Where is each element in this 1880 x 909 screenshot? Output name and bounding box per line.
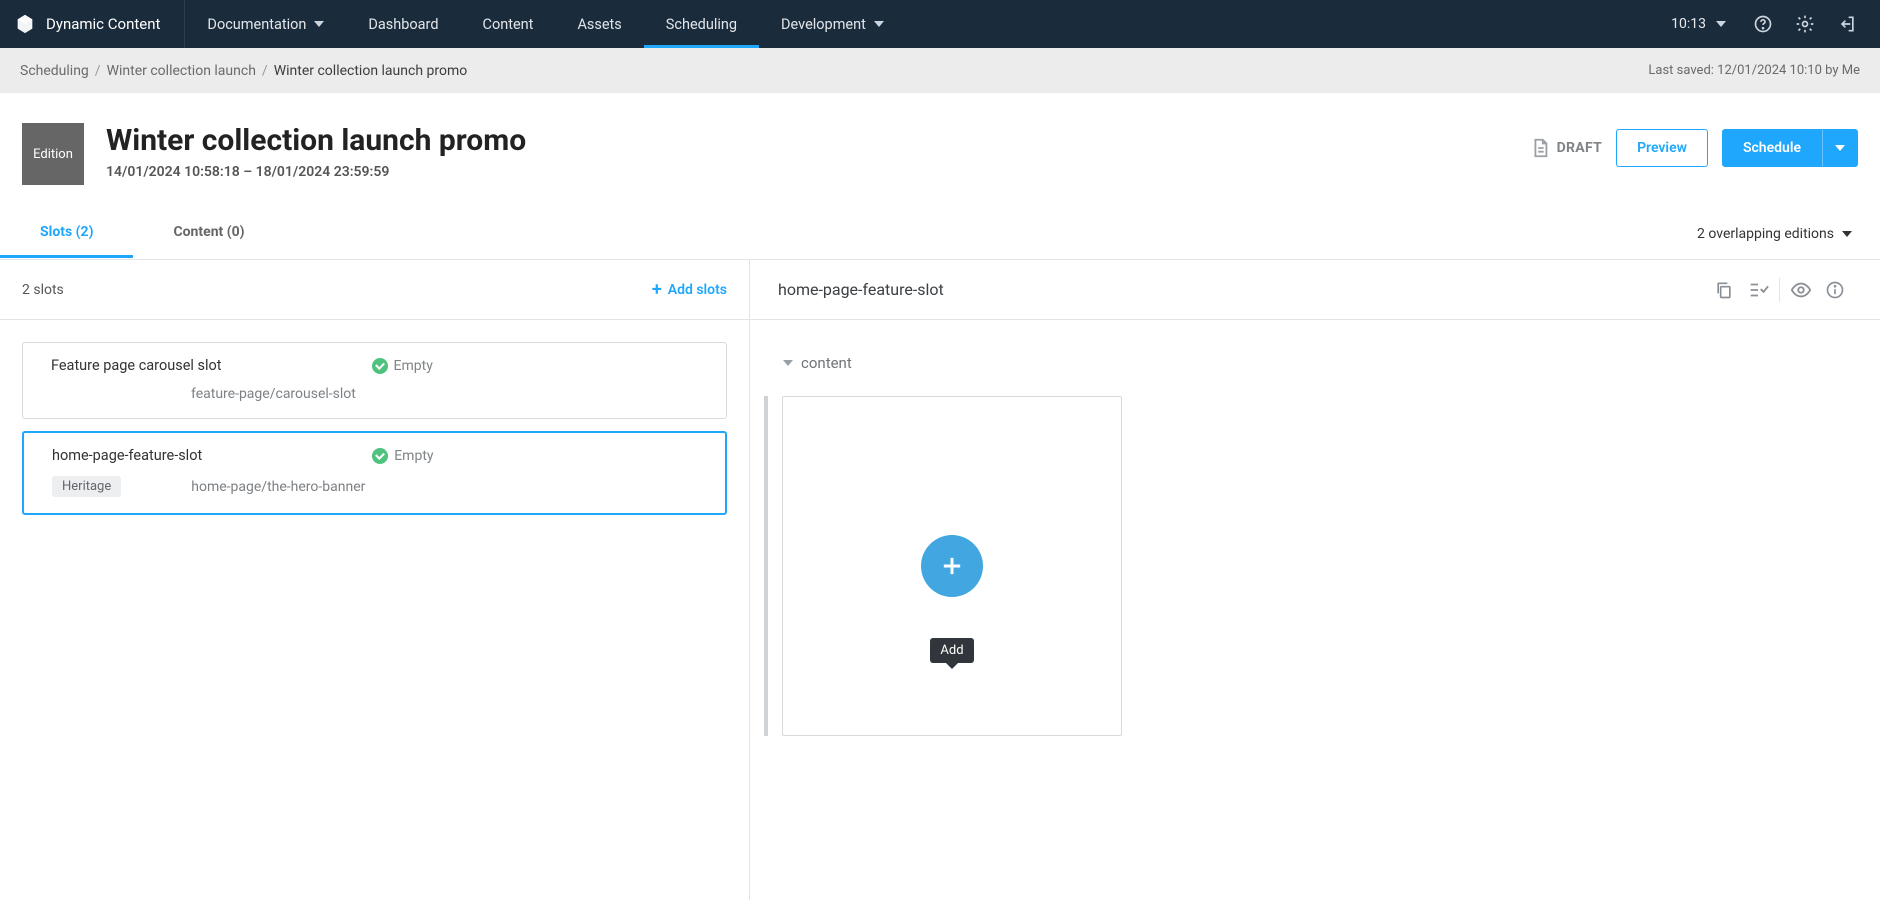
- slot-count: 2 slots: [22, 282, 64, 298]
- slot-list: Feature page carousel slot Empty feature…: [0, 320, 749, 537]
- preview-button[interactable]: Preview: [1616, 129, 1708, 167]
- brand-text: Dynamic Content: [46, 15, 160, 33]
- nav-right: 10:13: [1657, 0, 1866, 48]
- slot-status-text: Empty: [394, 448, 433, 464]
- content-section-label: content: [801, 354, 852, 372]
- right-panel: home-page-feature-slot content: [750, 260, 1880, 900]
- check-circle-icon: [372, 358, 388, 374]
- top-nav: Dynamic Content Documentation Dashboard …: [0, 0, 1880, 48]
- logout-icon[interactable]: [1828, 5, 1866, 43]
- chevron-down-icon: [1716, 21, 1726, 27]
- status-text: DRAFT: [1557, 140, 1602, 156]
- chevron-down-icon: [1842, 231, 1852, 237]
- slot-status-text: Empty: [394, 358, 433, 374]
- nav-content[interactable]: Content: [461, 0, 556, 48]
- nav-primary: Documentation Dashboard Content Assets S…: [185, 0, 905, 48]
- schedule-dropdown[interactable]: [1822, 129, 1858, 167]
- clock[interactable]: 10:13: [1657, 16, 1740, 32]
- slot-name: home-page-feature-slot: [52, 447, 202, 464]
- crumb-scheduling[interactable]: Scheduling: [20, 63, 89, 79]
- schedule-button[interactable]: Schedule: [1722, 129, 1822, 167]
- separator: [1779, 278, 1780, 302]
- tab-content[interactable]: Content (0): [133, 209, 284, 258]
- section-rail: [764, 396, 768, 736]
- add-slots-button[interactable]: + Add slots: [652, 281, 727, 299]
- overlapping-editions[interactable]: 2 overlapping editions: [1697, 226, 1858, 242]
- edition-badge: Edition: [22, 123, 84, 185]
- plus-icon: +: [652, 281, 662, 299]
- right-header: home-page-feature-slot: [750, 260, 1880, 320]
- right-body: content Add: [750, 320, 1880, 770]
- nav-documentation[interactable]: Documentation: [185, 0, 346, 48]
- chevron-down-icon: [314, 21, 324, 27]
- slot-chip: Heritage: [52, 476, 121, 497]
- main: 2 slots + Add slots Feature page carouse…: [0, 259, 1880, 900]
- left-header: 2 slots + Add slots: [0, 260, 749, 320]
- status-badge: DRAFT: [1529, 137, 1602, 159]
- right-title: home-page-feature-slot: [778, 280, 944, 299]
- content-section-header[interactable]: content: [778, 354, 1852, 372]
- slot-card-selected[interactable]: home-page-feature-slot Empty Heritage ho…: [22, 431, 727, 515]
- chevron-down-icon: [1835, 145, 1845, 151]
- checklist-icon[interactable]: [1741, 273, 1775, 307]
- crumb-sep: /: [95, 63, 101, 79]
- slot-name: Feature page carousel slot: [51, 357, 222, 374]
- content-dropzone[interactable]: Add: [782, 396, 1122, 736]
- tab-slots[interactable]: Slots (2): [0, 209, 133, 258]
- left-panel: 2 slots + Add slots Feature page carouse…: [0, 260, 750, 900]
- nav-scheduling[interactable]: Scheduling: [644, 0, 759, 48]
- copy-icon[interactable]: [1707, 273, 1741, 307]
- brand-logo-icon: [14, 13, 36, 35]
- slot-status: Empty: [372, 448, 433, 464]
- breadcrumb-bar: Scheduling / Winter collection launch / …: [0, 48, 1880, 93]
- chevron-down-icon: [783, 360, 793, 366]
- page-dates: 14/01/2024 10:58:18 – 18/01/2024 23:59:5…: [106, 164, 1529, 180]
- add-slots-label: Add slots: [668, 282, 727, 298]
- nav-assets[interactable]: Assets: [555, 0, 643, 48]
- tabs-row: Slots (2) Content (0) 2 overlapping edit…: [0, 209, 1880, 259]
- header-actions: DRAFT Preview Schedule: [1529, 129, 1858, 167]
- schedule-split-button: Schedule: [1722, 129, 1858, 167]
- clock-text: 10:13: [1671, 16, 1706, 32]
- tabs: Slots (2) Content (0): [0, 209, 285, 258]
- slot-status: Empty: [372, 358, 433, 374]
- check-circle-icon: [372, 448, 388, 464]
- slot-path: home-page/the-hero-banner: [191, 479, 365, 495]
- page-title: Winter collection launch promo: [106, 123, 1529, 158]
- info-icon[interactable]: [1818, 273, 1852, 307]
- page-header: Edition Winter collection launch promo 1…: [0, 93, 1880, 209]
- crumb-sep: /: [262, 63, 268, 79]
- nav-documentation-label: Documentation: [207, 16, 306, 33]
- slot-path: feature-page/carousel-slot: [191, 386, 356, 402]
- slot-card[interactable]: Feature page carousel slot Empty feature…: [22, 342, 727, 419]
- add-tooltip: Add: [930, 638, 973, 663]
- crumb-current: Winter collection launch promo: [274, 63, 468, 79]
- last-saved: Last saved: 12/01/2024 10:10 by Me: [1648, 63, 1860, 78]
- gear-icon[interactable]: [1786, 5, 1824, 43]
- document-icon: [1529, 137, 1551, 159]
- nav-dashboard[interactable]: Dashboard: [346, 0, 460, 48]
- nav-development-label: Development: [781, 16, 866, 33]
- crumb-event[interactable]: Winter collection launch: [107, 63, 256, 79]
- brand[interactable]: Dynamic Content: [14, 0, 185, 48]
- help-icon[interactable]: [1744, 5, 1782, 43]
- plus-icon: [938, 552, 966, 580]
- chevron-down-icon: [874, 21, 884, 27]
- nav-development[interactable]: Development: [759, 0, 906, 48]
- add-content-button[interactable]: [921, 535, 983, 597]
- overlapping-editions-text: 2 overlapping editions: [1697, 226, 1834, 242]
- eye-icon[interactable]: [1784, 273, 1818, 307]
